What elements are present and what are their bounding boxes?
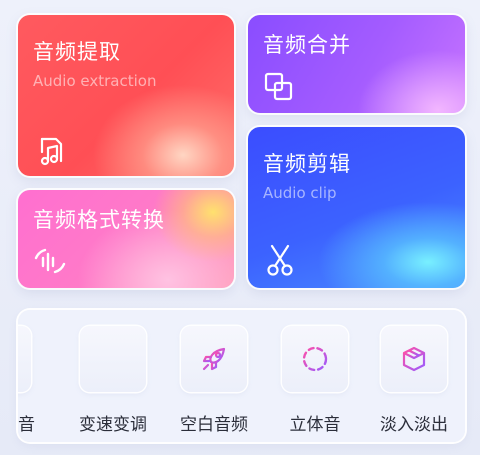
audio-clip-subtitle: Audio clip xyxy=(263,184,337,202)
tool-label: 音 xyxy=(18,415,35,435)
tool-tile xyxy=(181,326,247,392)
tool-label: 变速变调 xyxy=(79,415,147,435)
tool-item-blank-audio[interactable]: 空白音频 xyxy=(164,310,264,442)
tool-tile xyxy=(381,326,447,392)
cube-icon xyxy=(402,346,426,372)
audio-extraction-title: 音频提取 xyxy=(33,40,121,64)
tool-tile xyxy=(80,326,146,392)
rocket-icon xyxy=(202,347,226,371)
tool-item-fade-in-out[interactable]: 淡入淡出 xyxy=(364,310,464,442)
audio-format-conversion-card[interactable]: 音频格式转换 xyxy=(18,190,234,288)
tool-tile xyxy=(282,326,348,392)
equalizer-sliders-icon xyxy=(99,346,127,372)
music-file-icon xyxy=(34,135,66,167)
audio-clip-card[interactable]: 音频剪辑 Audio clip xyxy=(248,127,465,288)
audio-merge-title: 音频合并 xyxy=(263,33,351,57)
tool-item-partial[interactable]: 音 xyxy=(18,310,48,442)
audio-tools-panel[interactable]: 音 变速变调 空白音频 立体音 淡入淡出 xyxy=(18,310,465,442)
tool-label: 立体音 xyxy=(289,415,341,435)
audio-merge-card[interactable]: 音频合并 xyxy=(248,15,465,113)
audio-clip-title: 音频剪辑 xyxy=(263,152,351,176)
tool-item-speed-pitch[interactable]: 变速变调 xyxy=(63,310,163,442)
audio-extraction-card[interactable]: 音频提取 Audio extraction xyxy=(18,15,234,176)
tool-item-stereo[interactable]: 立体音 xyxy=(265,310,365,442)
audio-format-conversion-title: 音频格式转换 xyxy=(33,208,165,232)
tool-label: 空白音频 xyxy=(180,415,248,435)
waveform-convert-icon xyxy=(33,246,67,276)
dashed-circle-icon xyxy=(302,346,328,372)
tool-tile xyxy=(18,326,31,392)
scissors-icon xyxy=(264,243,296,277)
audio-extraction-subtitle: Audio extraction xyxy=(33,72,157,90)
merge-squares-icon xyxy=(263,71,295,103)
tool-label: 淡入淡出 xyxy=(380,415,448,435)
